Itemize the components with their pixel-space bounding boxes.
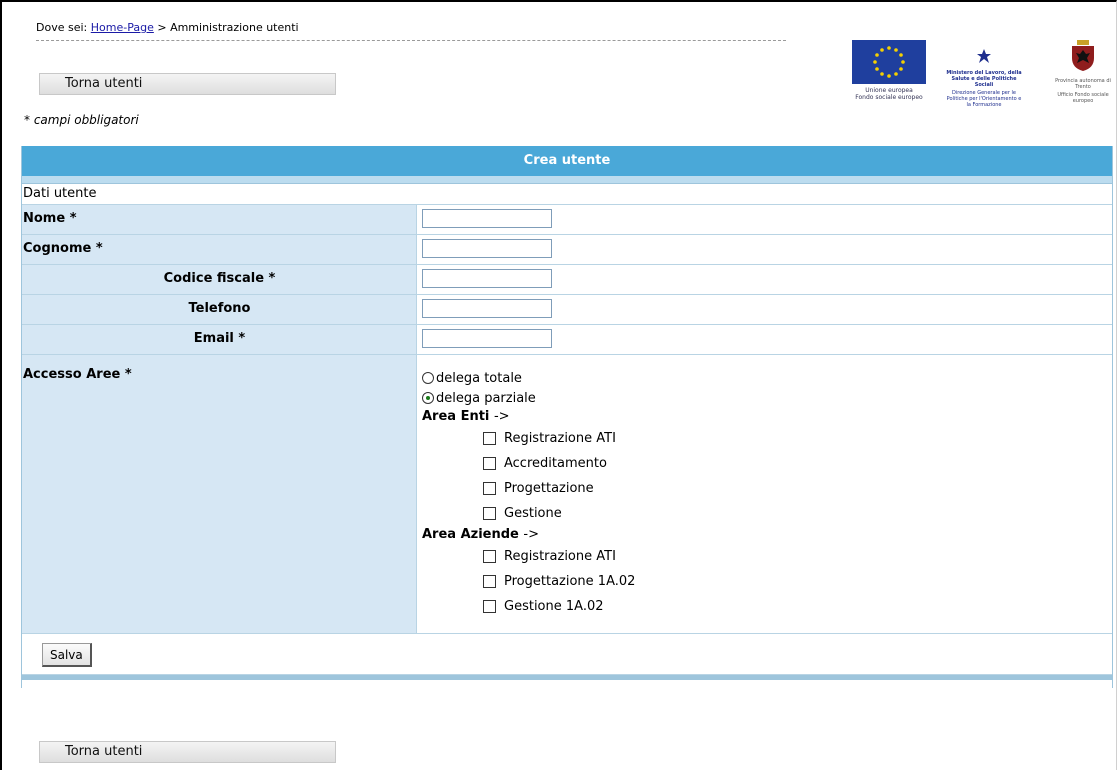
page-frame: Dove sei: Home-Page > Amministrazione ut… <box>0 0 1117 770</box>
form-footer-bar <box>22 675 1112 680</box>
create-user-form: Crea utente Dati utente Nome * Cognome *… <box>21 146 1113 688</box>
nome-label: Nome * <box>22 205 417 234</box>
required-fields-note: * campi obbligatori <box>24 113 139 127</box>
area-enti-heading: Area Enti -> <box>422 408 1112 426</box>
province-logo: Provincia autonoma di Trento Ufficio Fon… <box>1054 40 1112 104</box>
radio-delega-totale-control[interactable] <box>422 372 434 384</box>
breadcrumb-current: Amministrazione utenti <box>170 21 299 34</box>
checkbox-enti-accreditamento-box[interactable] <box>483 457 496 470</box>
telefono-input[interactable] <box>422 299 552 318</box>
radio-delega-parziale[interactable]: delega parziale <box>422 388 1112 408</box>
eu-flag-icon <box>852 40 926 84</box>
email-label: Email * <box>22 325 417 354</box>
radio-delega-parziale-control[interactable] <box>422 392 434 404</box>
save-row: Salva <box>22 634 1112 675</box>
ministry-logo: Ministero del Lavoro, della Salute e del… <box>944 48 1024 108</box>
back-to-users-button-bottom[interactable]: Torna utenti <box>39 741 336 763</box>
form-header: Crea utente <box>22 146 1112 176</box>
province-text: Provincia autonoma di Trento <box>1055 78 1111 90</box>
area-aziende-title: Area Aziende <box>422 527 519 542</box>
checkbox-aziende-progettazione[interactable]: Progettazione 1A.02 <box>422 569 1112 594</box>
eu-logo: Unione europea Fondo sociale europeo <box>852 40 926 101</box>
checkbox-aziende-registrazione-ati-label: Registrazione ATI <box>504 549 616 564</box>
checkbox-enti-gestione-label: Gestione <box>504 506 562 521</box>
field-row-cognome: Cognome * <box>22 235 1112 265</box>
checkbox-aziende-progettazione-label: Progettazione 1A.02 <box>504 574 636 589</box>
checkbox-enti-gestione-box[interactable] <box>483 507 496 520</box>
checkbox-aziende-registrazione-ati[interactable]: Registrazione ATI <box>422 544 1112 569</box>
breadcrumb: Dove sei: Home-Page > Amministrazione ut… <box>36 21 786 41</box>
nome-input[interactable] <box>422 209 552 228</box>
checkbox-enti-registrazione-ati[interactable]: Registrazione ATI <box>422 426 1112 451</box>
radio-delega-totale-label: delega totale <box>436 370 522 386</box>
province-subtext: Ufficio Fondo sociale europeo <box>1057 92 1109 104</box>
checkbox-aziende-registrazione-ati-box[interactable] <box>483 550 496 563</box>
ministry-text: Ministero del Lavoro, della Salute e del… <box>946 70 1022 88</box>
checkbox-enti-accreditamento[interactable]: Accreditamento <box>422 451 1112 476</box>
codice-fiscale-label: Codice fiscale * <box>22 265 417 294</box>
field-row-email: Email * <box>22 325 1112 355</box>
codice-fiscale-input[interactable] <box>422 269 552 288</box>
breadcrumb-separator: > <box>157 21 167 34</box>
save-button[interactable]: Salva <box>42 643 92 667</box>
field-row-codice-fiscale: Codice fiscale * <box>22 265 1112 295</box>
eu-caption-1: Unione europea <box>865 87 913 94</box>
checkbox-aziende-gestione-label: Gestione 1A.02 <box>504 599 604 614</box>
breadcrumb-prefix: Dove sei: <box>36 21 88 34</box>
area-aziende-arrow: -> <box>523 527 539 542</box>
radio-delega-parziale-label: delega parziale <box>436 390 536 406</box>
back-to-users-button-top[interactable]: Torna utenti <box>39 73 336 95</box>
breadcrumb-home-link[interactable]: Home-Page <box>91 21 154 34</box>
trento-eagle-crest-icon <box>1072 40 1094 71</box>
eu-caption-2: Fondo sociale europeo <box>855 94 923 101</box>
user-data-section-label: Dati utente <box>22 184 1112 205</box>
checkbox-enti-accreditamento-label: Accreditamento <box>504 456 607 471</box>
area-enti-arrow: -> <box>493 409 510 424</box>
form-header-bar <box>22 176 1112 184</box>
logos: Unione europea Fondo sociale europeo Min… <box>852 40 1114 110</box>
cognome-label: Cognome * <box>22 235 417 264</box>
telefono-label: Telefono <box>22 295 417 324</box>
email-input[interactable] <box>422 329 552 348</box>
field-row-nome: Nome * <box>22 205 1112 235</box>
checkbox-enti-gestione[interactable]: Gestione <box>422 501 1112 526</box>
area-aziende-heading: Area Aziende -> <box>422 526 1112 544</box>
checkbox-aziende-gestione[interactable]: Gestione 1A.02 <box>422 594 1112 619</box>
area-enti-title: Area Enti <box>422 409 490 424</box>
checkbox-aziende-gestione-box[interactable] <box>483 600 496 613</box>
italy-emblem-icon <box>977 49 991 63</box>
access-areas-label: Accesso Aree * <box>22 355 417 633</box>
radio-delega-totale[interactable]: delega totale <box>422 368 1112 388</box>
checkbox-aziende-progettazione-box[interactable] <box>483 575 496 588</box>
checkbox-enti-registrazione-ati-label: Registrazione ATI <box>504 431 616 446</box>
cognome-input[interactable] <box>422 239 552 258</box>
checkbox-enti-progettazione-label: Progettazione <box>504 481 594 496</box>
checkbox-enti-registrazione-ati-box[interactable] <box>483 432 496 445</box>
access-areas-row: Accesso Aree * delega totale delega parz… <box>22 355 1112 634</box>
checkbox-enti-progettazione[interactable]: Progettazione <box>422 476 1112 501</box>
ministry-subtext: Direzione Generale per le Politiche per … <box>946 90 1022 108</box>
field-row-telefono: Telefono <box>22 295 1112 325</box>
checkbox-enti-progettazione-box[interactable] <box>483 482 496 495</box>
